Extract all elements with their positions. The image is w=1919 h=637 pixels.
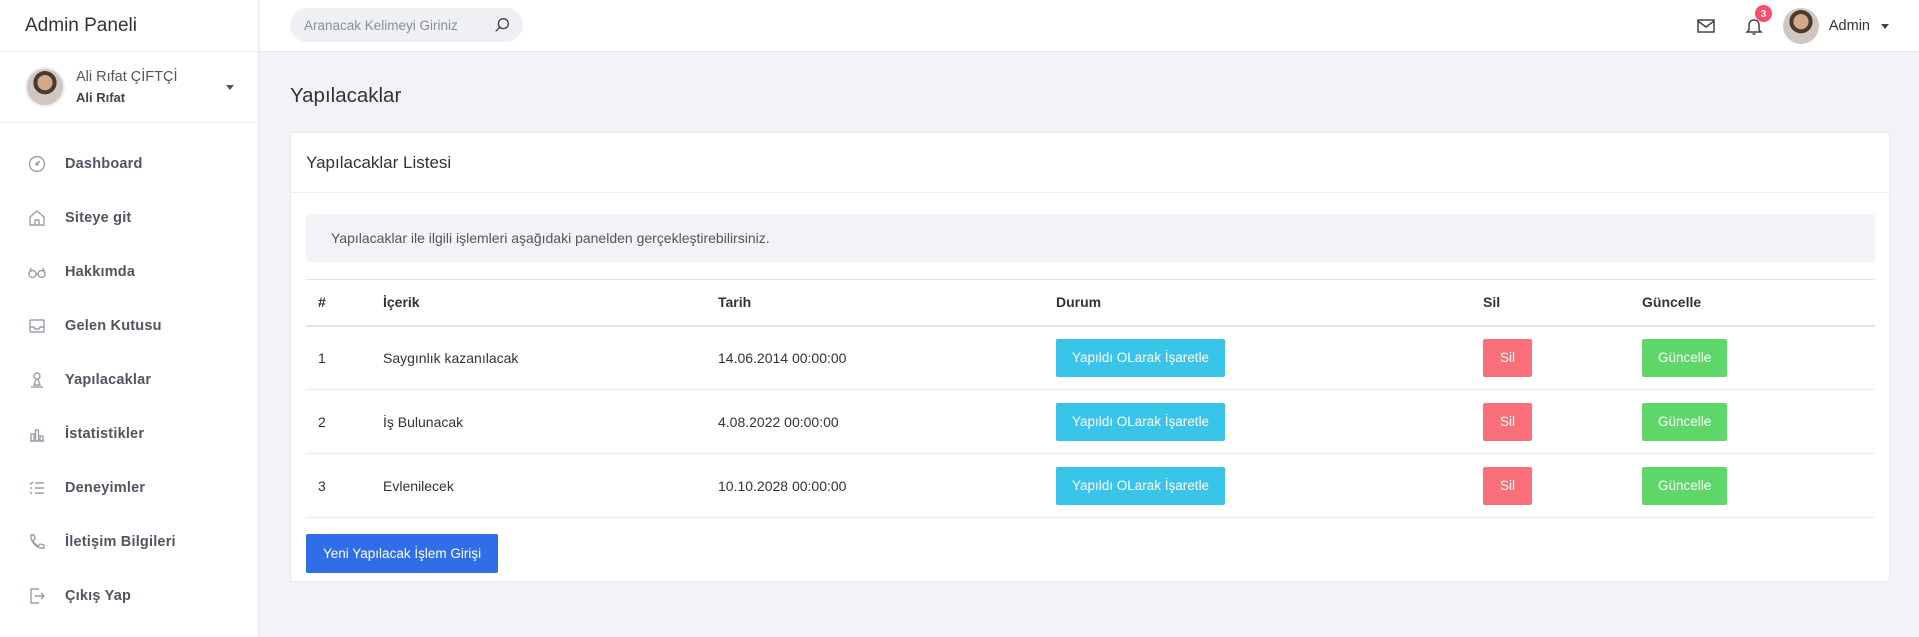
column-header: Güncelle — [1630, 279, 1875, 327]
mark-done-button[interactable]: Yapıldı OLarak İşaretle — [1056, 402, 1226, 441]
delete-button[interactable]: Sil — [1483, 466, 1533, 505]
card-title: Yapılacaklar Listesi — [291, 133, 1889, 193]
user-profile[interactable]: Ali Rıfat ÇİFTÇİ Ali Rıfat — [0, 52, 258, 123]
logout-icon — [26, 585, 48, 607]
home-icon — [26, 207, 48, 229]
sidebar: Admin Paneli Ali Rıfat ÇİFTÇİ Ali Rıfat … — [0, 0, 259, 637]
user-subtitle: Ali Rıfat — [76, 90, 126, 105]
sidebar-item-label: Siteye git — [65, 210, 132, 226]
mark-done-button[interactable]: Yapıldı OLarak İşaretle — [1056, 338, 1226, 377]
mail-icon[interactable] — [1695, 15, 1717, 37]
table-header-row: # İçerik Tarih Durum Sil Güncelle — [306, 279, 1875, 327]
sidebar-nav: Dashboard Siteye git Hakkımda Gelen Kutu… — [0, 123, 258, 623]
info-alert: Yapılacaklar ile ilgili işlemleri aşağıd… — [306, 214, 1875, 262]
row-content: İş Bulunacak — [371, 389, 706, 454]
sidebar-item-inbox[interactable]: Gelen Kutusu — [0, 299, 258, 353]
sidebar-item-label: Çıkış Yap — [65, 588, 132, 604]
search-box — [290, 8, 523, 42]
column-header: Sil — [1471, 279, 1630, 327]
sidebar-item-label: İstatistikler — [65, 426, 145, 442]
table-row: 1 Saygınlık kazanılacak 14.06.2014 00:00… — [306, 325, 1875, 390]
avatar[interactable] — [1782, 8, 1819, 44]
sidebar-item-label: Yapılacaklar — [65, 372, 152, 388]
sidebar-item-logout[interactable]: Çıkış Yap — [0, 569, 258, 623]
brand-title[interactable]: Admin Paneli — [0, 0, 258, 52]
row-content: Evlenilecek — [371, 453, 706, 518]
avatar — [25, 67, 65, 107]
bar-chart-icon — [26, 423, 48, 445]
sidebar-item-site[interactable]: Siteye git — [0, 191, 258, 245]
sidebar-item-label: Hakkımda — [65, 264, 136, 280]
notification-badge: 3 — [1754, 5, 1772, 22]
update-button[interactable]: Güncelle — [1642, 338, 1728, 377]
caret-down-icon[interactable] — [1881, 23, 1889, 29]
sidebar-item-stats[interactable]: İstatistikler — [0, 407, 258, 461]
sidebar-item-label: Gelen Kutusu — [65, 318, 162, 334]
column-header: İçerik — [371, 279, 706, 327]
caret-down-icon[interactable] — [226, 85, 234, 90]
update-button[interactable]: Güncelle — [1642, 466, 1728, 505]
inbox-icon — [26, 315, 48, 337]
mark-done-button[interactable]: Yapıldı OLarak İşaretle — [1056, 466, 1226, 505]
row-number: 3 — [306, 453, 371, 518]
notifications[interactable]: 3 — [1743, 5, 1772, 37]
delete-button[interactable]: Sil — [1483, 402, 1533, 441]
row-date: 4.08.2022 00:00:00 — [706, 389, 1044, 454]
column-header: Durum — [1044, 279, 1471, 327]
delete-button[interactable]: Sil — [1483, 338, 1533, 377]
column-header: Tarih — [706, 279, 1044, 327]
search-icon[interactable] — [493, 16, 511, 34]
row-number: 2 — [306, 389, 371, 454]
update-button[interactable]: Güncelle — [1642, 402, 1728, 441]
row-number: 1 — [306, 325, 371, 390]
topbar: 3 Admin — [260, 0, 1919, 52]
sidebar-item-dashboard[interactable]: Dashboard — [0, 137, 258, 191]
phone-icon — [26, 531, 48, 553]
user-name: Ali Rıfat ÇİFTÇİ — [76, 69, 178, 85]
new-todo-button[interactable]: Yeni Yapılacak İşlem Girişi — [306, 534, 499, 573]
page-title: Yapılacaklar — [290, 84, 402, 107]
todo-icon — [26, 369, 48, 391]
row-content: Saygınlık kazanılacak — [371, 325, 706, 390]
sidebar-item-label: İletişim Bilgileri — [65, 534, 176, 550]
table-row: 3 Evlenilecek 10.10.2028 00:00:00 Yapıld… — [306, 453, 1875, 518]
sidebar-item-experience[interactable]: Deneyimler — [0, 461, 258, 515]
sidebar-item-label: Deneyimler — [65, 480, 146, 496]
topbar-actions: 3 Admin — [1695, 0, 1919, 52]
dashboard-icon — [26, 153, 48, 175]
table-row: 2 İş Bulunacak 4.08.2022 00:00:00 Yapıld… — [306, 389, 1875, 454]
column-header: # — [306, 279, 371, 327]
sidebar-item-label: Dashboard — [65, 156, 143, 172]
sidebar-item-todo[interactable]: Yapılacaklar — [0, 353, 258, 407]
row-date: 14.06.2014 00:00:00 — [706, 325, 1044, 390]
admin-menu-label[interactable]: Admin — [1829, 18, 1870, 34]
sidebar-item-about[interactable]: Hakkımda — [0, 245, 258, 299]
todo-card: Yapılacaklar Listesi Yapılacaklar ile il… — [290, 132, 1890, 582]
sidebar-item-contact[interactable]: İletişim Bilgileri — [0, 515, 258, 569]
search-input[interactable] — [304, 17, 484, 33]
list-icon — [26, 477, 48, 499]
todo-table: # İçerik Tarih Durum Sil Güncelle 1 Sayg… — [306, 279, 1875, 518]
glasses-icon — [26, 261, 48, 283]
row-date: 10.10.2028 00:00:00 — [706, 453, 1044, 518]
